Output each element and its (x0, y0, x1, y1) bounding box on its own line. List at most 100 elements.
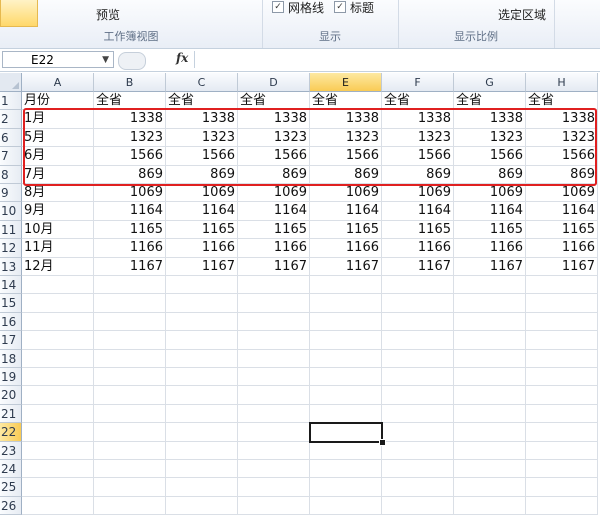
table-cell[interactable] (166, 496, 238, 515)
table-cell[interactable] (22, 294, 94, 313)
table-cell[interactable] (22, 368, 94, 387)
table-cell[interactable] (238, 276, 310, 295)
table-cell[interactable] (310, 478, 382, 497)
table-cell[interactable]: 7月 (22, 165, 94, 184)
table-cell[interactable] (22, 312, 94, 332)
table-cell[interactable]: 1164 (382, 202, 454, 221)
table-cell[interactable] (310, 349, 382, 368)
table-cell[interactable] (382, 404, 454, 424)
table-cell[interactable] (526, 496, 598, 515)
table-cell[interactable]: 1167 (454, 257, 526, 276)
table-cell[interactable] (22, 441, 94, 460)
table-cell[interactable]: 全省 (454, 92, 526, 111)
table-cell[interactable] (382, 478, 454, 497)
table-cell[interactable] (526, 478, 598, 497)
table-cell[interactable] (238, 460, 310, 479)
table-cell[interactable] (310, 460, 382, 479)
row-header[interactable]: 13 (0, 257, 22, 276)
table-cell[interactable] (454, 294, 526, 313)
row-header[interactable]: 1 (0, 92, 22, 111)
table-cell[interactable] (238, 368, 310, 387)
table-cell[interactable] (526, 441, 598, 460)
row-header[interactable]: 23 (0, 441, 22, 460)
table-cell[interactable] (94, 441, 166, 460)
table-cell[interactable]: 全省 (310, 92, 382, 111)
table-cell[interactable] (22, 276, 94, 295)
table-cell[interactable] (310, 331, 382, 350)
table-cell[interactable]: 1323 (526, 128, 598, 148)
table-cell[interactable] (454, 496, 526, 515)
zoom-to-selection-button[interactable]: 选定区域 (498, 6, 546, 23)
table-cell[interactable]: 1164 (166, 202, 238, 221)
table-cell[interactable]: 1164 (94, 202, 166, 221)
table-cell[interactable] (382, 460, 454, 479)
table-cell[interactable]: 1338 (166, 110, 238, 129)
table-cell[interactable] (166, 423, 238, 442)
table-cell[interactable] (382, 386, 454, 405)
column-header[interactable]: D (238, 73, 310, 92)
table-cell[interactable]: 1165 (526, 220, 598, 240)
page-layout-button[interactable] (0, 0, 38, 27)
row-header[interactable]: 16 (0, 312, 22, 332)
table-cell[interactable]: 1338 (526, 110, 598, 129)
table-cell[interactable]: 1164 (526, 202, 598, 221)
table-cell[interactable]: 1167 (382, 257, 454, 276)
table-cell[interactable] (310, 276, 382, 295)
table-cell[interactable] (526, 294, 598, 313)
table-cell[interactable] (166, 294, 238, 313)
table-cell[interactable]: 869 (382, 165, 454, 184)
table-cell[interactable] (526, 386, 598, 405)
table-cell[interactable] (94, 276, 166, 295)
table-cell[interactable] (94, 404, 166, 424)
row-header[interactable]: 8 (0, 165, 22, 184)
table-cell[interactable] (22, 349, 94, 368)
table-cell[interactable] (238, 386, 310, 405)
table-cell[interactable]: 10月 (22, 220, 94, 240)
chevron-down-icon[interactable]: ▼ (102, 52, 109, 69)
table-cell[interactable]: 12月 (22, 257, 94, 276)
row-header[interactable]: 15 (0, 294, 22, 313)
table-cell[interactable] (382, 331, 454, 350)
column-header[interactable]: H (526, 73, 598, 92)
table-cell[interactable] (22, 423, 94, 442)
table-cell[interactable]: 1069 (238, 184, 310, 203)
table-cell[interactable]: 1166 (94, 239, 166, 258)
row-header[interactable]: 24 (0, 460, 22, 479)
table-cell[interactable]: 1323 (382, 128, 454, 148)
fill-handle[interactable] (379, 438, 386, 446)
table-cell[interactable]: 1069 (454, 184, 526, 203)
table-cell[interactable] (454, 368, 526, 387)
table-cell[interactable] (310, 496, 382, 515)
table-cell[interactable]: 1164 (310, 202, 382, 221)
table-cell[interactable]: 1165 (238, 220, 310, 240)
table-cell[interactable] (238, 312, 310, 332)
table-cell[interactable] (166, 349, 238, 368)
row-header[interactable]: 10 (0, 202, 22, 221)
table-cell[interactable] (454, 441, 526, 460)
table-cell[interactable] (310, 404, 382, 424)
table-cell[interactable]: 5月 (22, 128, 94, 148)
table-cell[interactable] (526, 460, 598, 479)
table-cell[interactable]: 1323 (94, 128, 166, 148)
table-cell[interactable]: 1323 (454, 128, 526, 148)
table-cell[interactable]: 1164 (454, 202, 526, 221)
table-cell[interactable]: 1月 (22, 110, 94, 129)
table-cell[interactable] (382, 441, 454, 460)
table-cell[interactable]: 全省 (382, 92, 454, 111)
table-cell[interactable]: 1323 (238, 128, 310, 148)
row-header[interactable]: 12 (0, 239, 22, 258)
table-cell[interactable] (166, 386, 238, 405)
table-cell[interactable] (94, 368, 166, 387)
table-cell[interactable] (310, 312, 382, 332)
column-header[interactable]: B (94, 73, 166, 92)
table-cell[interactable]: 1338 (310, 110, 382, 129)
row-header[interactable]: 26 (0, 496, 22, 515)
row-header[interactable]: 11 (0, 220, 22, 240)
table-cell[interactable] (310, 386, 382, 405)
table-cell[interactable] (238, 349, 310, 368)
table-cell[interactable]: 1566 (382, 147, 454, 166)
table-cell[interactable]: 1338 (238, 110, 310, 129)
formula-input[interactable] (194, 51, 598, 68)
table-cell[interactable]: 1166 (382, 239, 454, 258)
row-header[interactable]: 18 (0, 349, 22, 368)
